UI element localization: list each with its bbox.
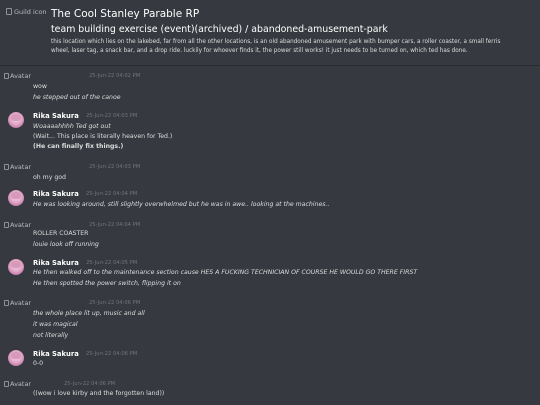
avatar[interactable] [8, 190, 24, 206]
message-text: wow [33, 83, 47, 90]
message-text: louie look off running [33, 241, 99, 248]
avatar-alt: Avatar [10, 299, 32, 307]
timestamp: 25-Jun-22 04:05 PM [86, 260, 138, 266]
avatar[interactable]: Avatar [4, 72, 31, 80]
timestamp: 25-Jun-22 04:02 PM [89, 73, 141, 79]
timestamp: 25-Jun-22 04:03 PM [86, 113, 138, 119]
message-text: He was looking around, still slightly ov… [33, 201, 330, 208]
avatar[interactable] [8, 112, 24, 128]
avatar-alt: Avatar [10, 221, 32, 229]
avatar[interactable] [8, 259, 24, 275]
guild-icon-alt: Guild icon [14, 8, 47, 16]
author-name[interactable]: Rika Sakura [33, 190, 79, 198]
broken-image-icon [4, 300, 9, 306]
message-text: He then spotted the power switch, flippi… [33, 280, 181, 287]
avatar[interactable]: Avatar [4, 221, 31, 229]
author-name[interactable]: Rika Sakura [33, 350, 79, 358]
avatar[interactable]: Avatar [4, 299, 31, 307]
author-name[interactable]: Rika Sakura [33, 112, 79, 120]
message-text: not literally [33, 332, 69, 339]
timestamp: 25-Jun-22 04:04 PM [86, 191, 138, 197]
message-text: ROLLER COASTER [33, 230, 89, 237]
message-text: oh my god [33, 174, 66, 181]
message-text: the whole place lit up, music and all [33, 310, 145, 317]
avatar[interactable] [8, 350, 24, 366]
broken-image-icon [4, 73, 9, 79]
message-text: (Wait... This place is literally heaven … [33, 133, 173, 140]
broken-image-icon [4, 381, 9, 387]
timestamp: 25-Jun-22 04:06 PM [86, 351, 138, 357]
timestamp: 25-Jun-22 04:03 PM [89, 164, 141, 170]
broken-image-icon [4, 164, 9, 170]
timestamp: 25-Jun-22 04:06 PM [89, 300, 141, 306]
timestamp: 25-Jun-22 04:06 PM [64, 381, 116, 387]
channel-name: team building exercise (event)(archived)… [51, 24, 388, 35]
avatar[interactable]: Avatar [4, 380, 31, 388]
avatar-alt: Avatar [10, 163, 32, 171]
message-text: Woaaaahhhh Ted got out [33, 123, 111, 130]
broken-image-icon [4, 222, 9, 228]
broken-image-icon [6, 8, 12, 15]
message-text: it was magical [33, 321, 78, 328]
message-text: he stepped out of the canoe [33, 94, 121, 101]
timestamp: 25-Jun-22 04:04 PM [89, 222, 141, 228]
message-text: 0-0 [33, 360, 44, 367]
avatar-alt: Avatar [10, 72, 32, 80]
avatar[interactable]: Avatar [4, 163, 31, 171]
message-text: ((wow i love kirby and the forgotten lan… [33, 390, 165, 397]
avatar-alt: Avatar [10, 380, 32, 388]
author-name[interactable]: Rika Sakura [33, 259, 79, 267]
guild-name: The Cool Stanley Parable RP [51, 8, 200, 20]
channel-header: Guild icon The Cool Stanley Parable RP t… [0, 0, 540, 66]
channel-topic: this location which lies on the lakebed,… [51, 39, 501, 54]
guild-icon: Guild icon [6, 8, 46, 16]
message-text: (He can finally fix things.) [33, 143, 124, 150]
message-text: He then walked off to the maintenance se… [33, 269, 418, 276]
